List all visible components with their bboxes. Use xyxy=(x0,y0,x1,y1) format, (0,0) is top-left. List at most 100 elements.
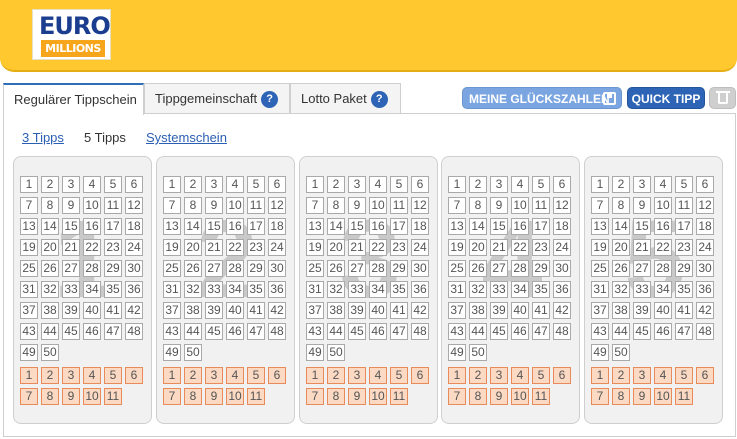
number-cell[interactable]: 26 xyxy=(327,260,345,277)
number-cell[interactable]: 49 xyxy=(163,344,181,361)
star-cell[interactable]: 4 xyxy=(654,367,672,384)
number-cell[interactable]: 4 xyxy=(226,176,244,193)
star-cell[interactable]: 11 xyxy=(247,388,265,405)
number-cell[interactable]: 42 xyxy=(125,302,143,319)
number-cell[interactable]: 2 xyxy=(41,176,59,193)
number-cell[interactable]: 43 xyxy=(591,323,609,340)
number-cell[interactable]: 28 xyxy=(511,260,529,277)
star-cell[interactable]: 5 xyxy=(675,367,693,384)
number-cell[interactable]: 18 xyxy=(696,218,714,235)
star-cell[interactable]: 1 xyxy=(163,367,181,384)
star-cell[interactable]: 9 xyxy=(633,388,651,405)
star-cell[interactable]: 4 xyxy=(83,367,101,384)
number-cell[interactable]: 40 xyxy=(83,302,101,319)
number-cell[interactable]: 43 xyxy=(306,323,324,340)
number-cell[interactable]: 21 xyxy=(633,239,651,256)
number-cell[interactable]: 11 xyxy=(104,197,122,214)
quick-tip-button[interactable]: QUICK TIPP xyxy=(627,87,705,109)
number-cell[interactable]: 13 xyxy=(591,218,609,235)
number-cell[interactable]: 30 xyxy=(411,260,429,277)
number-cell[interactable]: 4 xyxy=(654,176,672,193)
number-cell[interactable]: 7 xyxy=(448,197,466,214)
star-cell[interactable]: 9 xyxy=(62,388,80,405)
number-cell[interactable]: 15 xyxy=(348,218,366,235)
number-cell[interactable]: 3 xyxy=(348,176,366,193)
number-cell[interactable]: 24 xyxy=(411,239,429,256)
star-cell[interactable]: 3 xyxy=(348,367,366,384)
number-cell[interactable]: 11 xyxy=(247,197,265,214)
number-cell[interactable]: 32 xyxy=(469,281,487,298)
number-cell[interactable]: 45 xyxy=(62,323,80,340)
number-cell[interactable]: 46 xyxy=(83,323,101,340)
number-cell[interactable]: 23 xyxy=(104,239,122,256)
number-cell[interactable]: 37 xyxy=(448,302,466,319)
number-cell[interactable]: 25 xyxy=(591,260,609,277)
subtab-system-ticket[interactable]: Systemschein xyxy=(146,130,227,145)
star-cell[interactable]: 11 xyxy=(390,388,408,405)
number-cell[interactable]: 10 xyxy=(511,197,529,214)
number-cell[interactable]: 27 xyxy=(62,260,80,277)
number-cell[interactable]: 11 xyxy=(675,197,693,214)
number-cell[interactable]: 42 xyxy=(411,302,429,319)
number-cell[interactable]: 33 xyxy=(205,281,223,298)
number-cell[interactable]: 20 xyxy=(469,239,487,256)
number-cell[interactable]: 33 xyxy=(490,281,508,298)
number-cell[interactable]: 44 xyxy=(469,323,487,340)
tab-syndicate[interactable]: Tippgemeinschaft? xyxy=(144,83,290,114)
number-cell[interactable]: 39 xyxy=(62,302,80,319)
number-cell[interactable]: 28 xyxy=(369,260,387,277)
number-cell[interactable]: 28 xyxy=(654,260,672,277)
number-cell[interactable]: 9 xyxy=(490,197,508,214)
number-cell[interactable]: 23 xyxy=(247,239,265,256)
number-cell[interactable]: 21 xyxy=(348,239,366,256)
number-cell[interactable]: 4 xyxy=(511,176,529,193)
number-cell[interactable]: 20 xyxy=(41,239,59,256)
number-cell[interactable]: 12 xyxy=(268,197,286,214)
star-cell[interactable]: 6 xyxy=(411,367,429,384)
number-cell[interactable]: 15 xyxy=(205,218,223,235)
number-cell[interactable]: 14 xyxy=(327,218,345,235)
number-cell[interactable]: 2 xyxy=(469,176,487,193)
star-cell[interactable]: 11 xyxy=(104,388,122,405)
number-cell[interactable]: 18 xyxy=(411,218,429,235)
number-cell[interactable]: 5 xyxy=(104,176,122,193)
star-cell[interactable]: 2 xyxy=(612,367,630,384)
number-cell[interactable]: 15 xyxy=(62,218,80,235)
number-cell[interactable]: 23 xyxy=(532,239,550,256)
star-cell[interactable]: 10 xyxy=(511,388,529,405)
number-cell[interactable]: 17 xyxy=(247,218,265,235)
number-cell[interactable]: 9 xyxy=(348,197,366,214)
delete-button[interactable] xyxy=(709,87,736,109)
number-cell[interactable]: 9 xyxy=(633,197,651,214)
number-cell[interactable]: 1 xyxy=(163,176,181,193)
number-cell[interactable]: 17 xyxy=(675,218,693,235)
number-cell[interactable]: 50 xyxy=(41,344,59,361)
number-cell[interactable]: 27 xyxy=(205,260,223,277)
star-cell[interactable]: 3 xyxy=(205,367,223,384)
number-cell[interactable]: 6 xyxy=(125,176,143,193)
number-cell[interactable]: 8 xyxy=(612,197,630,214)
number-cell[interactable]: 16 xyxy=(226,218,244,235)
number-cell[interactable]: 14 xyxy=(469,218,487,235)
star-cell[interactable]: 1 xyxy=(448,367,466,384)
number-cell[interactable]: 38 xyxy=(184,302,202,319)
number-cell[interactable]: 35 xyxy=(104,281,122,298)
number-cell[interactable]: 11 xyxy=(390,197,408,214)
star-cell[interactable]: 9 xyxy=(205,388,223,405)
number-cell[interactable]: 29 xyxy=(390,260,408,277)
number-cell[interactable]: 9 xyxy=(205,197,223,214)
number-cell[interactable]: 30 xyxy=(125,260,143,277)
star-cell[interactable]: 8 xyxy=(612,388,630,405)
number-cell[interactable]: 33 xyxy=(62,281,80,298)
star-cell[interactable]: 11 xyxy=(532,388,550,405)
star-cell[interactable]: 7 xyxy=(20,388,38,405)
star-cell[interactable]: 9 xyxy=(490,388,508,405)
number-cell[interactable]: 28 xyxy=(226,260,244,277)
number-cell[interactable]: 20 xyxy=(327,239,345,256)
number-cell[interactable]: 6 xyxy=(268,176,286,193)
number-cell[interactable]: 29 xyxy=(675,260,693,277)
number-cell[interactable]: 24 xyxy=(268,239,286,256)
number-cell[interactable]: 36 xyxy=(696,281,714,298)
number-cell[interactable]: 44 xyxy=(327,323,345,340)
number-cell[interactable]: 19 xyxy=(448,239,466,256)
